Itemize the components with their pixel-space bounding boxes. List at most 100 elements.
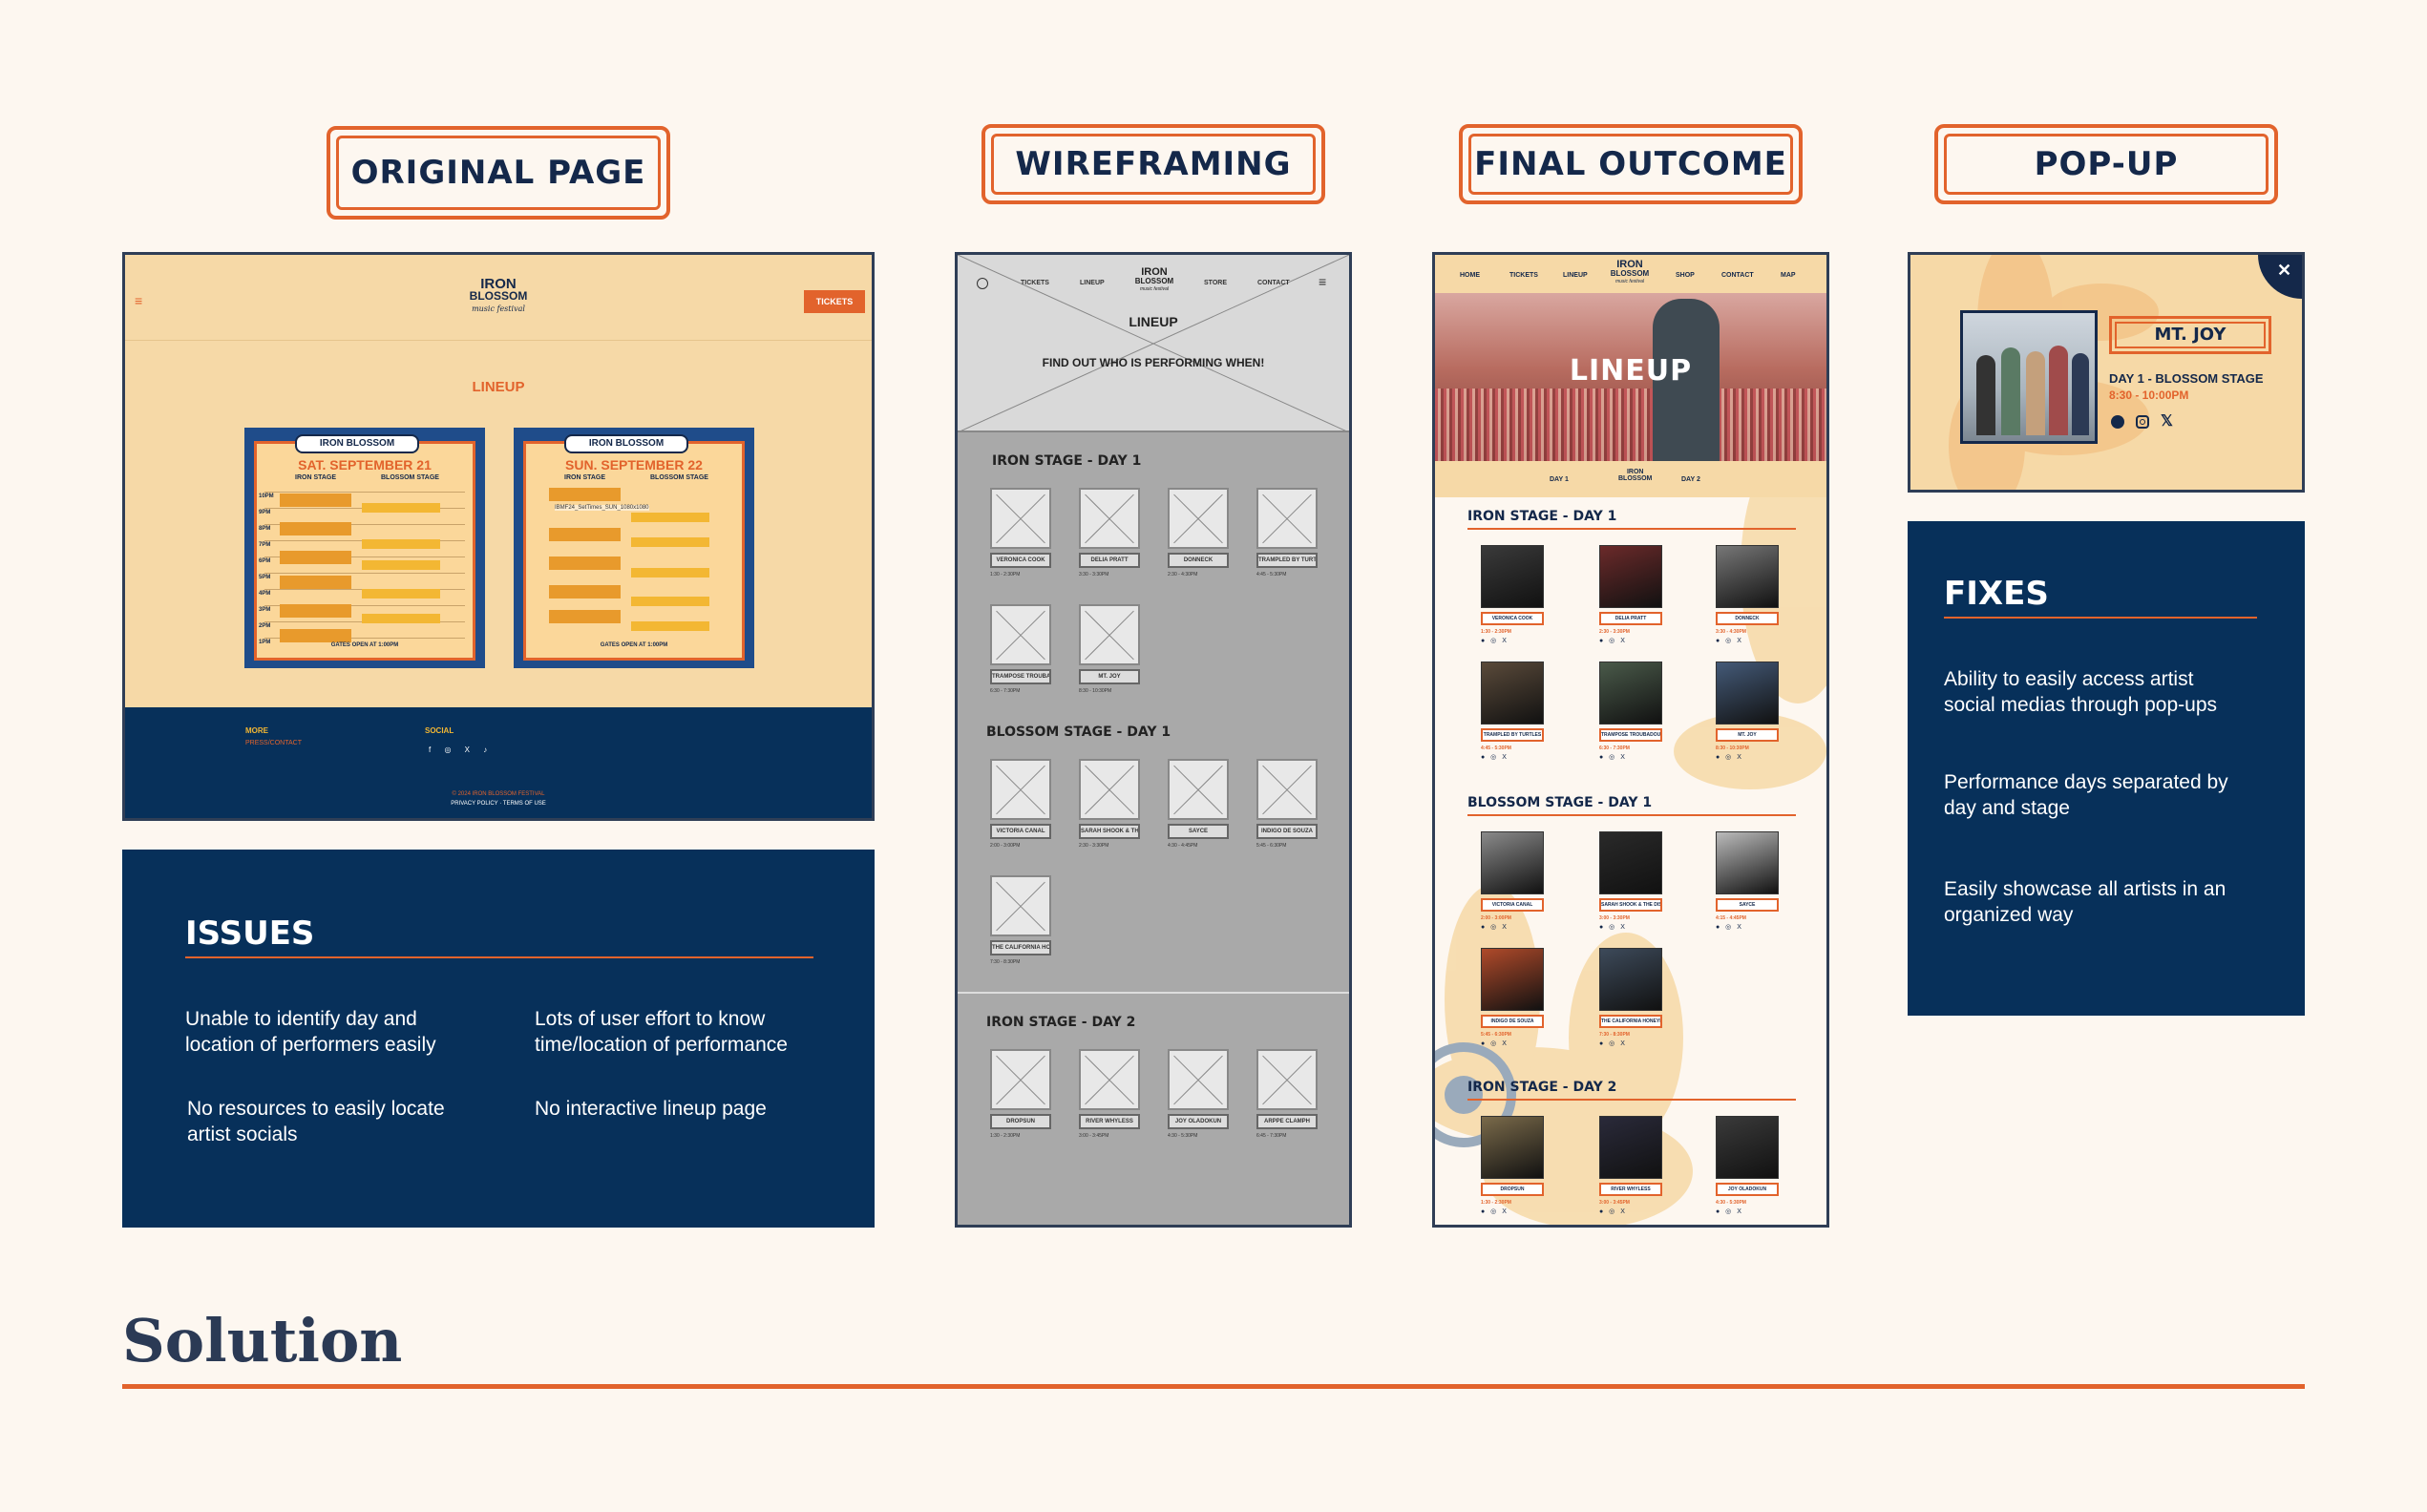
artist-image-placeholder[interactable] <box>1256 1049 1318 1110</box>
artist-name-label[interactable]: THE CALIFORNIA HONEYDROPS <box>990 940 1051 956</box>
artist-image-placeholder[interactable] <box>1256 759 1318 820</box>
artist-social-icons[interactable]: ● ◎ X <box>1716 1208 1743 1215</box>
artist-image-placeholder[interactable] <box>990 759 1051 820</box>
artist-photo[interactable] <box>1599 1116 1662 1179</box>
artist-name-label[interactable]: MT. JOY <box>1079 669 1140 684</box>
footer-links[interactable]: PRIVACY POLICY · TERMS OF USE <box>125 801 872 807</box>
artist-photo[interactable] <box>1716 831 1779 894</box>
artist-image-placeholder[interactable] <box>1079 1049 1140 1110</box>
final-nav-map[interactable]: MAP <box>1781 272 1796 279</box>
wireframe-nav-contact[interactable]: CONTACT <box>1257 280 1290 286</box>
footer-press-link[interactable]: PRESS/CONTACT <box>245 740 302 746</box>
artist-social-icons[interactable]: ● ◎ X <box>1599 1040 1627 1047</box>
artist-name-button[interactable]: TRAMPLED BY TURTLES <box>1481 728 1544 742</box>
artist-name-button[interactable]: JOY OLADOKUN <box>1716 1183 1779 1196</box>
artist-image-placeholder[interactable] <box>1168 759 1229 820</box>
wireframe-nav-lineup[interactable]: LINEUP <box>1080 280 1105 286</box>
artist-social-icons[interactable]: ● ◎ X <box>1599 1208 1627 1215</box>
artist-social-icons[interactable]: ● ◎ X <box>1716 923 1743 931</box>
artist-photo[interactable] <box>1481 662 1544 724</box>
x-icon[interactable]: 𝕏 <box>2161 411 2173 430</box>
artist-social-icons[interactable]: ● ◎ X <box>1481 637 1509 644</box>
artist-image-placeholder[interactable] <box>1168 1049 1229 1110</box>
artist-social-icons[interactable]: ● ◎ X <box>1716 637 1743 644</box>
artist-photo[interactable] <box>1481 948 1544 1011</box>
schedule-poster-sunday[interactable]: IRON BLOSSOM SUN. SEPTEMBER 22 IRON STAG… <box>514 428 754 668</box>
artist-photo[interactable] <box>1599 831 1662 894</box>
artist-name-label[interactable]: VERONICA COOK <box>990 553 1051 568</box>
artist-image-placeholder[interactable] <box>1079 604 1140 665</box>
artist-name-label[interactable]: ARPPE CLAMPH <box>1256 1114 1318 1129</box>
spotify-icon[interactable] <box>2111 415 2124 429</box>
instagram-icon[interactable] <box>2136 415 2149 429</box>
hamburger-icon[interactable]: ≡ <box>1319 274 1326 289</box>
artist-name-button[interactable]: THE CALIFORNIA HONEYDROPS <box>1599 1015 1662 1028</box>
hamburger-icon[interactable]: ≡ <box>135 294 142 307</box>
artist-photo[interactable] <box>1716 662 1779 724</box>
artist-photo[interactable] <box>1716 545 1779 608</box>
artist-photo[interactable] <box>1481 545 1544 608</box>
artist-name-label[interactable]: DELIA PRATT <box>1079 553 1140 568</box>
artist-image-placeholder[interactable] <box>990 1049 1051 1110</box>
final-nav-contact[interactable]: CONTACT <box>1721 272 1754 279</box>
artist-name-label[interactable]: TRAMPOSE TROUBADOURS <box>990 669 1051 684</box>
artist-image-placeholder[interactable] <box>990 604 1051 665</box>
artist-name-button[interactable]: DELIA PRATT <box>1599 612 1662 625</box>
final-nav-lineup[interactable]: LINEUP <box>1563 272 1588 279</box>
wireframe-nav-tickets[interactable]: TICKETS <box>1021 280 1049 286</box>
tickets-button[interactable]: TICKETS <box>804 290 865 313</box>
artist-name-button[interactable]: TRAMPOSE TROUBADOURS <box>1599 728 1662 742</box>
wireframe-logo[interactable]: IRON BLOSSOM music festival <box>1126 267 1183 294</box>
artist-photo[interactable] <box>1481 831 1544 894</box>
day1-tab[interactable]: DAY 1 <box>1550 476 1569 483</box>
footer-social-icons[interactable]: f ◎ X ♪ <box>429 746 493 754</box>
artist-social-icons[interactable]: ● ◎ X <box>1599 923 1627 931</box>
logo-blossom: BLOSSOM <box>469 289 528 303</box>
final-nav-shop[interactable]: SHOP <box>1676 272 1695 279</box>
final-nav-tickets[interactable]: TICKETS <box>1509 272 1538 279</box>
artist-image-placeholder[interactable] <box>1168 488 1229 549</box>
artist-name-button[interactable]: MT. JOY <box>1716 728 1779 742</box>
artist-social-icons[interactable]: ● ◎ X <box>1481 1208 1509 1215</box>
final-logo[interactable]: IRON BLOSSOM music festival <box>1603 260 1657 286</box>
wireframe-user-icon[interactable] <box>977 278 988 289</box>
artist-image-placeholder[interactable] <box>1256 488 1318 549</box>
artist-name-label[interactable]: VICTORIA CANAL <box>990 824 1051 839</box>
artist-name-label[interactable]: JOY OLADOKUN <box>1168 1114 1229 1129</box>
artist-name-label[interactable]: RIVER WHYLESS <box>1079 1114 1140 1129</box>
final-nav-home[interactable]: HOME <box>1460 272 1480 279</box>
artist-social-icons[interactable]: ● ◎ X <box>1481 923 1509 931</box>
day2-tab[interactable]: DAY 2 <box>1681 476 1700 483</box>
artist-social-icons[interactable]: ● ◎ X <box>1599 753 1627 761</box>
artist-name-button[interactable]: SARAH SHOOK & THE DISARMERS <box>1599 898 1662 912</box>
wireframe-nav-store[interactable]: STORE <box>1204 280 1227 286</box>
artist-name-button[interactable]: VICTORIA CANAL <box>1481 898 1544 912</box>
artist-photo[interactable] <box>1599 545 1662 608</box>
artist-name-button[interactable]: DROPSUN <box>1481 1183 1544 1196</box>
artist-photo[interactable] <box>1716 1116 1779 1179</box>
artist-image-placeholder[interactable] <box>1079 488 1140 549</box>
artist-name-label[interactable]: SAYCE <box>1168 824 1229 839</box>
artist-name-button[interactable]: DONNECK <box>1716 612 1779 625</box>
artist-name-label[interactable]: INDIGO DE SOUZA <box>1256 824 1318 839</box>
artist-social-icons[interactable]: ● ◎ X <box>1599 637 1627 644</box>
original-logo[interactable]: IRON BLOSSOM music festival <box>465 277 532 315</box>
artist-photo[interactable] <box>1481 1116 1544 1179</box>
artist-social-icons[interactable]: ● ◎ X <box>1716 753 1743 761</box>
artist-image-placeholder[interactable] <box>990 488 1051 549</box>
artist-social-icons[interactable]: ● ◎ X <box>1481 1040 1509 1047</box>
artist-name-button[interactable]: RIVER WHYLESS <box>1599 1183 1662 1196</box>
artist-name-label[interactable]: DONNECK <box>1168 553 1229 568</box>
artist-image-placeholder[interactable] <box>990 875 1051 936</box>
artist-name-label[interactable]: SARAH SHOOK & THE DISARMERS <box>1079 824 1140 839</box>
artist-name-button[interactable]: INDIGO DE SOUZA <box>1481 1015 1544 1028</box>
artist-photo[interactable] <box>1599 948 1662 1011</box>
artist-social-icons[interactable]: ● ◎ X <box>1481 753 1509 761</box>
artist-name-label[interactable]: TRAMPLED BY TURTLES <box>1256 553 1318 568</box>
artist-name-label[interactable]: DROPSUN <box>990 1114 1051 1129</box>
schedule-poster-saturday[interactable]: IRON BLOSSOM SAT. SEPTEMBER 21 IRON STAG… <box>244 428 485 668</box>
artist-image-placeholder[interactable] <box>1079 759 1140 820</box>
artist-name-button[interactable]: VERONICA COOK <box>1481 612 1544 625</box>
artist-photo[interactable] <box>1599 662 1662 724</box>
artist-name-button[interactable]: SAYCE <box>1716 898 1779 912</box>
